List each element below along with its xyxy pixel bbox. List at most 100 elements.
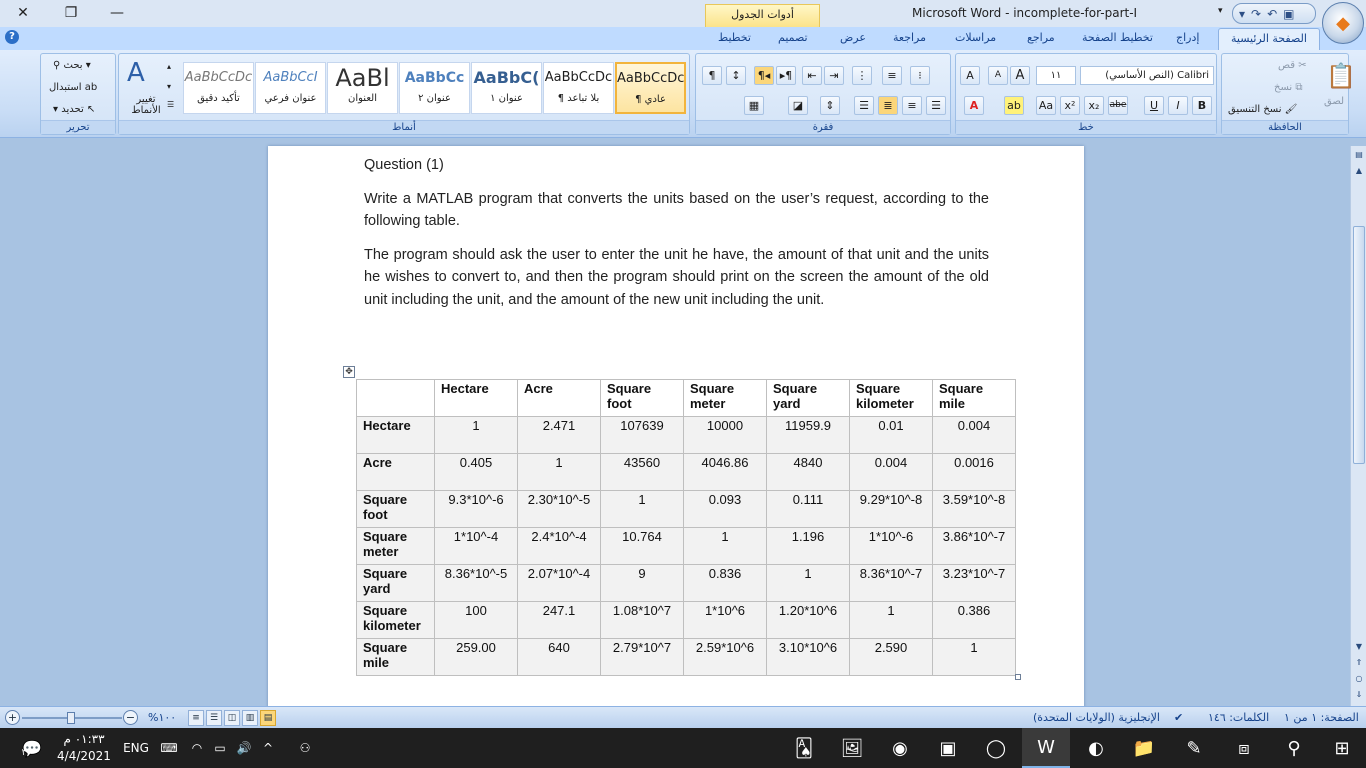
shrink-font-icon[interactable]: A — [988, 66, 1008, 85]
undo-dropdown-icon[interactable]: ▾ — [1239, 7, 1245, 21]
style-normal[interactable]: AaBbCcDc ¶ عادي — [615, 62, 686, 114]
scroll-up-icon[interactable]: ▲ — [1352, 164, 1366, 178]
help-icon[interactable]: ? — [5, 30, 19, 44]
tab-layout[interactable]: تخطيط — [718, 31, 751, 44]
table-header-cell[interactable]: Square kilometer — [849, 379, 933, 417]
numbering-icon[interactable]: ≡ — [882, 66, 902, 85]
wifi-icon[interactable]: ◠ — [188, 728, 206, 768]
task-view-icon[interactable]: ⧈ — [1220, 728, 1268, 768]
table-cell[interactable]: 4046.86 — [683, 453, 767, 491]
chrome-app-icon[interactable]: ◉ — [876, 728, 924, 768]
table-cell[interactable]: 0.004 — [932, 416, 1016, 454]
people-icon[interactable]: ⚇ — [292, 728, 318, 768]
subscript-icon[interactable]: x₂ — [1084, 96, 1104, 115]
table-cell[interactable]: 1.20*10^6 — [766, 601, 850, 639]
table-cell[interactable]: 2.30*10^-5 — [517, 490, 601, 528]
grow-font-icon[interactable]: A — [1010, 66, 1030, 85]
full-screen-reading-icon[interactable]: ▥ — [242, 710, 258, 726]
qat-customize-icon[interactable]: ▾ — [1218, 6, 1223, 16]
search-icon[interactable]: ⚲ — [1270, 728, 1318, 768]
battery-icon[interactable]: ▭ — [210, 728, 230, 768]
table-cell[interactable]: 0.01 — [849, 416, 933, 454]
document-body[interactable]: Question (1) Write a MATLAB program that… — [364, 154, 989, 322]
tab-review[interactable]: مراجعة — [893, 31, 926, 44]
presentation-app-icon[interactable]: ▣ — [924, 728, 972, 768]
table-header-cell[interactable]: Acre — [517, 379, 601, 417]
office-button[interactable]: ◆ — [1322, 2, 1364, 44]
style-subtle-emphasis[interactable]: AaBbCcDc تأكيد دقيق — [183, 62, 254, 114]
table-cell[interactable]: 10000 — [683, 416, 767, 454]
word-count[interactable]: الكلمات: ١٤٦ — [1208, 711, 1269, 724]
opera-app-icon[interactable]: ◯ — [972, 728, 1020, 768]
table-row-header-cell[interactable]: Square mile — [356, 638, 435, 676]
ruler-toggle-icon[interactable]: ▤ — [1352, 148, 1366, 162]
table-resize-handle[interactable] — [1015, 674, 1021, 680]
style-no-spacing[interactable]: AaBbCcDc ¶ بلا تباعد — [543, 62, 614, 114]
table-cell[interactable]: 640 — [517, 638, 601, 676]
next-page-icon[interactable]: ⇓ — [1352, 688, 1366, 702]
line-spacing-icon[interactable]: ⇕ — [820, 96, 840, 115]
table-cell[interactable]: 100 — [434, 601, 518, 639]
zoom-out-icon[interactable]: − — [123, 710, 138, 725]
tab-insert[interactable]: إدراج — [1176, 31, 1199, 44]
scrollbar-thumb[interactable] — [1353, 226, 1365, 464]
table-cell[interactable]: 8.36*10^-7 — [849, 564, 933, 602]
word-app-icon[interactable]: W — [1022, 728, 1070, 768]
solitaire-app-icon[interactable]: 🂡 — [780, 728, 828, 768]
tab-references[interactable]: مراجع — [1027, 31, 1055, 44]
minimize-button[interactable]: — — [94, 2, 140, 24]
clock[interactable]: ٠١:٣٣ م 4/4/2021 — [57, 728, 111, 768]
browse-object-icon[interactable]: ○ — [1352, 672, 1366, 686]
input-language[interactable]: ENG — [120, 728, 152, 768]
page-number[interactable]: الصفحة: ١ من ١ — [1284, 711, 1359, 724]
table-cell[interactable]: 1 — [600, 490, 684, 528]
table-cell[interactable]: 3.86*10^-7 — [932, 527, 1016, 565]
language-indicator[interactable]: الإنجليزية (الولايات المتحدة) — [1033, 711, 1160, 724]
edge-app-icon[interactable]: ◐ — [1072, 728, 1120, 768]
table-cell[interactable]: 1.08*10^7 — [600, 601, 684, 639]
style-heading-2[interactable]: AaBbCc عنوان ٢ — [399, 62, 470, 114]
table-header-cell[interactable]: Square meter — [683, 379, 767, 417]
table-cell[interactable]: 4840 — [766, 453, 850, 491]
tab-page-layout[interactable]: تخطيط الصفحة — [1082, 31, 1153, 44]
font-color-icon[interactable]: A — [964, 96, 984, 115]
styles-scroll-up-icon[interactable]: ▴ — [167, 62, 171, 71]
table-cell[interactable]: 3.59*10^-8 — [932, 490, 1016, 528]
superscript-icon[interactable]: x² — [1060, 96, 1080, 115]
table-cell[interactable]: 2.471 — [517, 416, 601, 454]
replace-button[interactable]: استبدال ab — [49, 82, 97, 93]
table-cell[interactable]: 2.590 — [849, 638, 933, 676]
redo-icon[interactable]: ↷ — [1251, 7, 1261, 21]
align-right-icon[interactable]: ≣ — [878, 96, 898, 115]
borders-icon[interactable]: ▦ — [744, 96, 764, 115]
multilevel-list-icon[interactable]: ⋮ — [852, 66, 872, 85]
table-cell[interactable]: 9.3*10^-6 — [434, 490, 518, 528]
increase-indent-icon[interactable]: ⇥ — [824, 66, 844, 85]
table-cell[interactable]: 2.4*10^-4 — [517, 527, 601, 565]
change-case-icon[interactable]: Aa — [1036, 96, 1056, 115]
table-cell[interactable]: 1 — [434, 416, 518, 454]
paint-app-icon[interactable]: ✎ — [1170, 728, 1218, 768]
table-cell[interactable]: 11959.9 — [766, 416, 850, 454]
start-button-icon[interactable]: ⊞ — [1318, 728, 1366, 768]
table-cell[interactable]: 1*10^6 — [683, 601, 767, 639]
styles-more-icon[interactable]: ☰ — [167, 100, 174, 109]
zoom-slider-knob[interactable] — [67, 712, 75, 724]
decrease-indent-icon[interactable]: ⇤ — [802, 66, 822, 85]
find-button[interactable]: ⚲ بحث ▾ — [53, 60, 91, 71]
styles-scroll-down-icon[interactable]: ▾ — [167, 82, 171, 91]
volume-icon[interactable]: 🔊 — [232, 728, 256, 768]
strikethrough-icon[interactable]: abe — [1108, 96, 1128, 115]
format-painter-button[interactable]: نسخ التنسيق 🖌 — [1228, 104, 1297, 115]
justify-icon[interactable]: ☰ — [854, 96, 874, 115]
table-row-header-cell[interactable]: Acre — [356, 453, 435, 491]
conversion-table[interactable]: Hectare Acre Square foot Square meter Square… — [356, 379, 1016, 676]
table-cell[interactable]: 259.00 — [434, 638, 518, 676]
bold-icon[interactable]: B — [1192, 96, 1212, 115]
table-cell[interactable]: 107639 — [600, 416, 684, 454]
style-heading-1[interactable]: AaBbC( عنوان ١ — [471, 62, 542, 114]
italic-icon[interactable]: I — [1168, 96, 1188, 115]
table-cell[interactable]: 1 — [849, 601, 933, 639]
table-move-handle-icon[interactable]: ✥ — [343, 366, 355, 378]
table-row-header-cell[interactable]: Square yard — [356, 564, 435, 602]
